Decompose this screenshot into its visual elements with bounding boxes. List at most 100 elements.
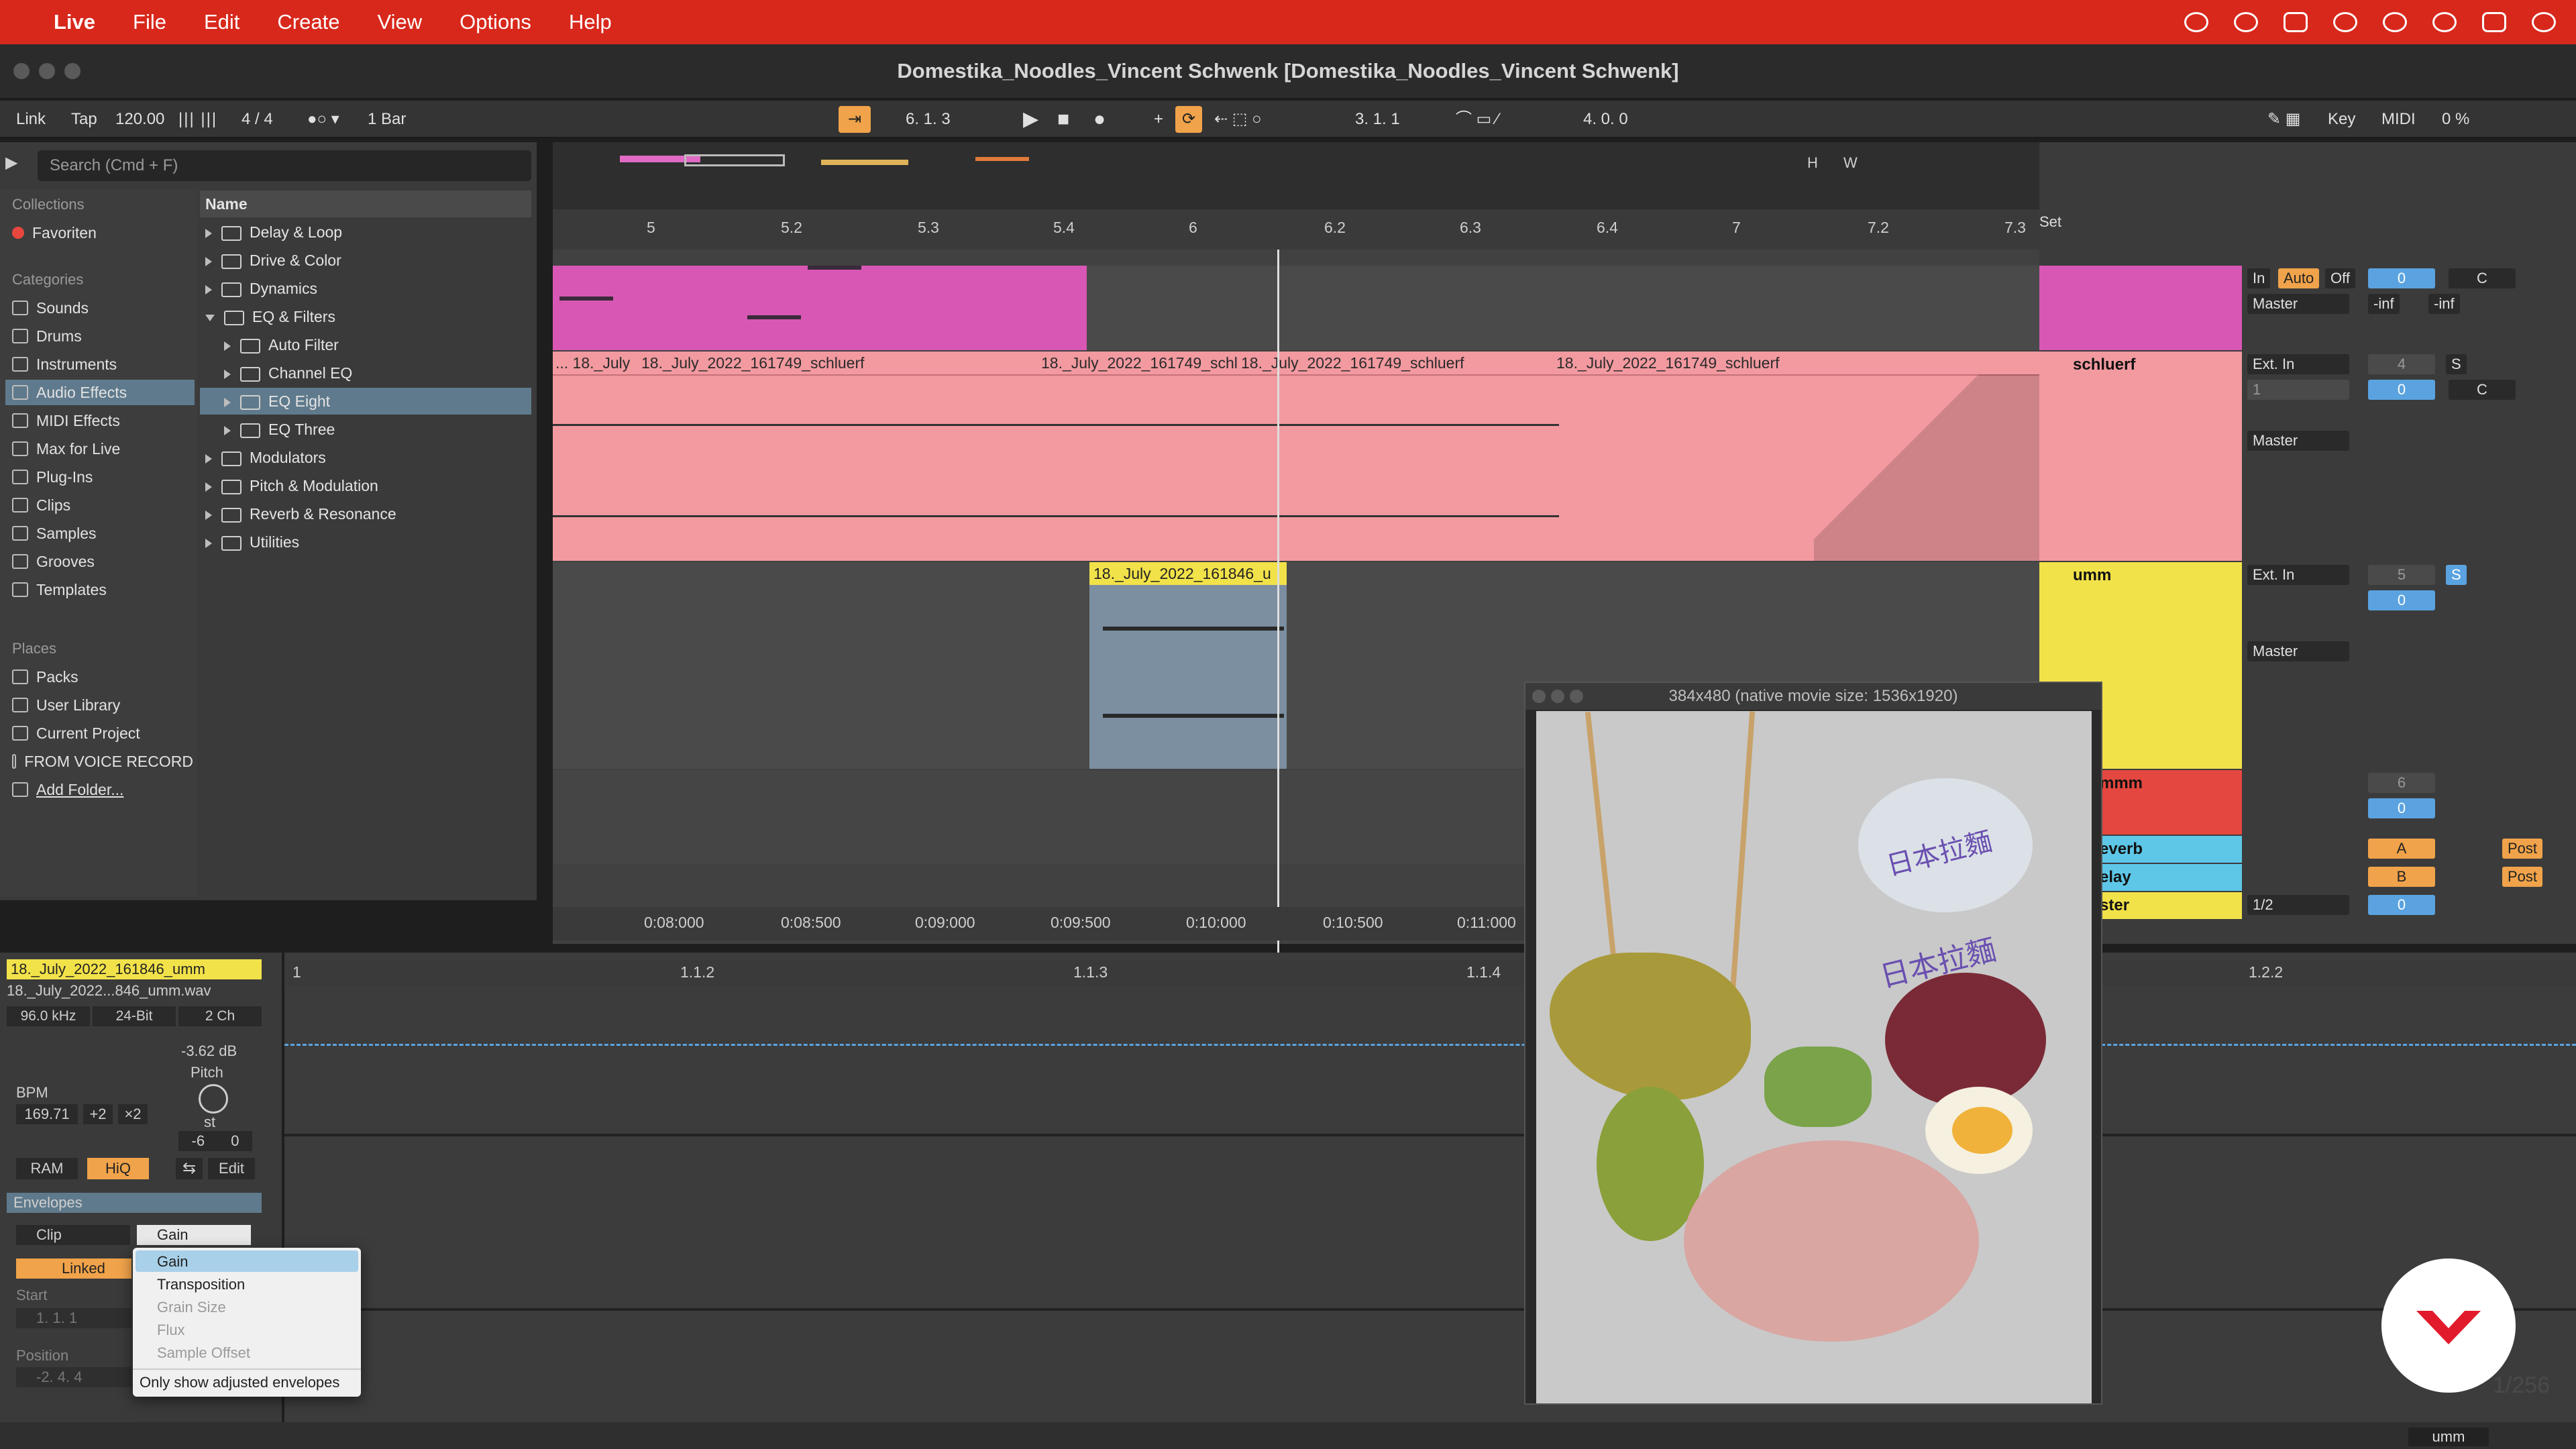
expand-icon[interactable] <box>205 453 212 464</box>
edit-button[interactable]: Edit <box>208 1158 255 1179</box>
song-position-field[interactable]: 6. 1. 3 <box>899 106 1000 133</box>
expand-icon[interactable] <box>224 397 231 407</box>
play-status-icon[interactable] <box>2333 12 2357 32</box>
track-lane-schluerf[interactable]: ... 18._July 18._July_2022_161749_schlue… <box>553 352 2039 561</box>
clip-title[interactable]: 18._July_2022_161749_schluerf <box>1241 352 1469 374</box>
sidebar-item-packs[interactable]: Packs <box>12 664 193 690</box>
send-a-button[interactable]: A <box>2368 839 2435 859</box>
siri-icon[interactable] <box>2532 12 2556 32</box>
tap-button[interactable]: Tap <box>64 106 104 133</box>
clip-name-field[interactable]: 18._July_2022_161846_umm <box>7 959 262 979</box>
menu-file[interactable]: File <box>133 10 166 34</box>
volume-field[interactable]: 0 <box>2368 590 2435 610</box>
quantize-menu[interactable]: 1 Bar <box>361 106 413 133</box>
stop-button[interactable]: ■ <box>1051 106 1076 133</box>
post-button[interactable]: Post <box>2502 839 2543 859</box>
envelopes-header[interactable]: Envelopes <box>7 1193 262 1213</box>
add-folder-link[interactable]: Add Folder... <box>12 777 193 802</box>
sidebar-item-user-library[interactable]: User Library <box>12 692 193 718</box>
pitch-knob[interactable] <box>199 1084 228 1114</box>
expand-icon[interactable] <box>224 425 231 435</box>
linked-button[interactable]: Linked <box>16 1258 131 1279</box>
menu-app[interactable]: Live <box>54 10 95 34</box>
midi-map-button[interactable]: MIDI <box>2375 106 2422 133</box>
video-close-button[interactable] <box>1532 690 1546 703</box>
clip-title[interactable]: ... 18._July <box>555 352 636 374</box>
overdub-icon[interactable]: + <box>1147 106 1170 133</box>
hiq-button[interactable]: HiQ <box>87 1158 149 1179</box>
solo-button[interactable]: S <box>2446 565 2467 585</box>
send-b-button[interactable]: B <box>2368 867 2435 887</box>
dropdown-option-gain[interactable]: Gain <box>157 1253 188 1271</box>
sidebar-item-audio-effects[interactable]: Audio Effects <box>5 380 195 405</box>
clip-gain[interactable]: -3.62 dB <box>181 1042 237 1060</box>
list-item[interactable]: Reverb & Resonance <box>200 500 531 527</box>
ram-button[interactable]: RAM <box>16 1158 78 1179</box>
output-select[interactable]: Master <box>2247 641 2349 661</box>
post-button[interactable]: Post <box>2502 867 2543 887</box>
h-zoom-button[interactable]: H <box>1807 154 1818 172</box>
overview-strip[interactable]: H W <box>553 142 2039 209</box>
video-zoom-button[interactable] <box>1570 690 1583 703</box>
list-item[interactable]: Pitch & Modulation <box>200 472 531 499</box>
clip-title[interactable]: 18._July_2022_161749_schluerf <box>1556 352 1838 374</box>
list-item[interactable]: Dynamics <box>200 275 531 302</box>
envelope-control-select[interactable]: Gain <box>137 1225 251 1245</box>
search-input[interactable]: Search (Cmd + F) <box>38 150 531 181</box>
loop-length-field[interactable]: 4. 0. 0 <box>1576 106 1677 133</box>
browser-toggle-icon[interactable]: ▶ <box>5 153 17 172</box>
track-header-midi[interactable] <box>2039 266 2242 350</box>
sample-editor[interactable]: 1 1.1.2 1.1.3 1.1.4 1.2.2 <box>284 953 2576 1422</box>
midi-clip[interactable] <box>553 266 1087 350</box>
output-select[interactable]: Master <box>2247 431 2349 451</box>
input-select[interactable]: Ext. In <box>2247 565 2349 585</box>
sidebar-item-drums[interactable]: Drums <box>12 323 193 349</box>
sidebar-item-max-for-live[interactable]: Max for Live <box>12 436 193 462</box>
list-item[interactable]: Auto Filter <box>200 331 531 358</box>
expand-icon[interactable] <box>205 538 212 548</box>
list-item[interactable]: Channel EQ <box>200 360 531 386</box>
expand-icon[interactable] <box>224 341 231 351</box>
expand-icon[interactable] <box>224 369 231 379</box>
volume-field[interactable]: 0 <box>2368 268 2435 288</box>
track-name[interactable]: mmm <box>2100 774 2143 793</box>
clip-title[interactable]: 18._July_2022_161846_u <box>1089 562 1287 585</box>
start-field[interactable]: 1. 1. 1 <box>16 1308 131 1328</box>
battery-icon[interactable] <box>2284 12 2308 32</box>
pan-field[interactable]: C <box>2449 380 2516 400</box>
bpm-field[interactable]: 169.71 <box>16 1104 78 1124</box>
gain-envelope-line[interactable] <box>284 1044 2576 1046</box>
automation-arm-icon[interactable]: ⟳ <box>1175 106 1202 133</box>
w-zoom-button[interactable]: W <box>1843 154 1858 172</box>
collapse-icon[interactable] <box>205 314 215 321</box>
status-app-icon[interactable] <box>2184 12 2208 32</box>
wifi-icon[interactable] <box>2383 12 2407 32</box>
menu-help[interactable]: Help <box>569 10 612 34</box>
sidebar-item-templates[interactable]: Templates <box>12 577 193 602</box>
menu-create[interactable]: Create <box>277 10 339 34</box>
volume-field[interactable]: 0 <box>2368 798 2435 818</box>
list-item[interactable]: Utilities <box>200 529 531 555</box>
menu-options[interactable]: Options <box>460 10 531 34</box>
sample-ruler[interactable]: 1 1.1.2 1.1.3 1.1.4 1.2.2 <box>284 959 2576 986</box>
list-item[interactable]: EQ Three <box>200 416 531 443</box>
off-button[interactable]: Off <box>2325 268 2355 288</box>
warp-icon[interactable]: ⇆ <box>176 1158 203 1179</box>
beat-ruler[interactable]: 5 5.2 5.3 5.4 6 6.2 6.3 6.4 7 7.2 7.3 <box>553 209 2039 250</box>
clip-title[interactable]: 18._July_2022_161749_schl <box>1041 352 1242 374</box>
loop-controls-icon[interactable]: ⇠ ⬚ ○ <box>1208 106 1269 133</box>
follow-icon[interactable]: ⇥ <box>839 106 871 133</box>
expand-icon[interactable] <box>205 482 212 492</box>
list-item[interactable]: Drive & Color <box>200 247 531 274</box>
sidebar-item-voice-record[interactable]: FROM VOICE RECORD <box>12 749 193 774</box>
sidebar-item-plugins[interactable]: Plug-Ins <box>12 464 193 490</box>
volume-field[interactable]: 0 <box>2368 380 2435 400</box>
sidebar-item-clips[interactable]: Clips <box>12 492 193 518</box>
list-item[interactable]: Delay & Loop <box>200 219 531 246</box>
track-name[interactable]: umm <box>2073 566 2111 585</box>
time-signature-field[interactable]: 4 / 4 <box>235 106 280 133</box>
auto-button[interactable]: Auto <box>2278 268 2320 288</box>
sidebar-item-instruments[interactable]: Instruments <box>12 352 193 377</box>
master-volume[interactable]: 0 <box>2368 895 2435 915</box>
draw-mode-icon[interactable]: ✎ ▦ <box>2261 106 2307 133</box>
